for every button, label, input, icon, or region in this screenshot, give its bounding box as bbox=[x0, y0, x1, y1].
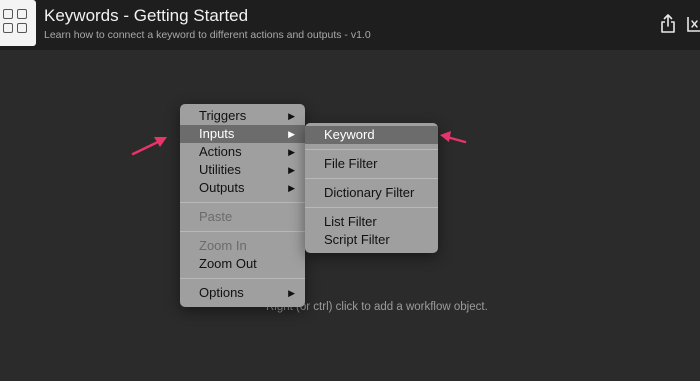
menu-item-inputs[interactable]: Inputs ▶ bbox=[180, 125, 305, 143]
workflow-title: Keywords - Getting Started bbox=[44, 6, 249, 25]
submenu-arrow-icon: ▶ bbox=[288, 183, 295, 193]
menu-item-label: Actions bbox=[199, 144, 242, 159]
submenu-item-script-filter[interactable]: Script Filter bbox=[305, 231, 438, 249]
menu-item-label: List Filter bbox=[324, 214, 377, 229]
submenu-item-file-filter[interactable]: File Filter bbox=[305, 155, 438, 173]
menu-item-label: File Filter bbox=[324, 156, 378, 171]
menu-item-label: Zoom In bbox=[199, 238, 247, 253]
menu-separator bbox=[305, 149, 438, 150]
menu-item-outputs[interactable]: Outputs ▶ bbox=[180, 179, 305, 197]
menu-separator bbox=[180, 202, 305, 203]
annotation-arrow-icon bbox=[440, 131, 467, 144]
context-menu: Triggers ▶ Inputs ▶ Actions ▶ Utilities … bbox=[180, 104, 305, 307]
menu-item-label: Options bbox=[199, 285, 244, 300]
menu-item-label: Inputs bbox=[199, 126, 235, 141]
menu-separator bbox=[305, 178, 438, 179]
menu-item-zoom-in[interactable]: Zoom In bbox=[180, 237, 305, 255]
menu-item-label: Utilities bbox=[199, 162, 241, 177]
submenu-item-dictionary-filter[interactable]: Dictionary Filter bbox=[305, 184, 438, 202]
submenu-arrow-icon: ▶ bbox=[288, 147, 295, 157]
submenu-item-keyword[interactable]: Keyword bbox=[305, 126, 438, 144]
submenu-item-list-filter[interactable]: List Filter bbox=[305, 213, 438, 231]
submenu-arrow-icon: ▶ bbox=[288, 111, 295, 121]
menu-item-label: Keyword bbox=[324, 127, 375, 142]
menu-item-label: Triggers bbox=[199, 108, 247, 123]
submenu-arrow-icon: ▶ bbox=[288, 129, 295, 139]
menu-item-label: Zoom Out bbox=[199, 256, 257, 271]
workflow-grid-icon[interactable] bbox=[0, 0, 36, 46]
window-icon[interactable] bbox=[686, 14, 700, 34]
inputs-submenu: Keyword File Filter Dictionary Filter Li… bbox=[305, 123, 438, 253]
share-icon[interactable] bbox=[660, 14, 676, 34]
workflow-header: Keywords - Getting Started Learn how to … bbox=[0, 0, 700, 50]
menu-item-label: Dictionary Filter bbox=[324, 185, 415, 200]
menu-item-actions[interactable]: Actions ▶ bbox=[180, 143, 305, 161]
menu-item-zoom-out[interactable]: Zoom Out bbox=[180, 255, 305, 273]
menu-separator bbox=[180, 278, 305, 279]
menu-item-options[interactable]: Options ▶ bbox=[180, 284, 305, 302]
menu-item-utilities[interactable]: Utilities ▶ bbox=[180, 161, 305, 179]
menu-item-label: Paste bbox=[199, 209, 233, 224]
menu-item-triggers[interactable]: Triggers ▶ bbox=[180, 107, 305, 125]
menu-item-label: Script Filter bbox=[324, 232, 390, 247]
menu-item-paste[interactable]: Paste bbox=[180, 208, 305, 226]
menu-separator bbox=[305, 207, 438, 208]
menu-item-label: Outputs bbox=[199, 180, 245, 195]
workflow-subtitle: Learn how to connect a keyword to differ… bbox=[44, 29, 371, 41]
submenu-arrow-icon: ▶ bbox=[288, 288, 295, 298]
annotation-arrow-icon bbox=[131, 137, 167, 156]
menu-separator bbox=[180, 231, 305, 232]
submenu-arrow-icon: ▶ bbox=[288, 165, 295, 175]
